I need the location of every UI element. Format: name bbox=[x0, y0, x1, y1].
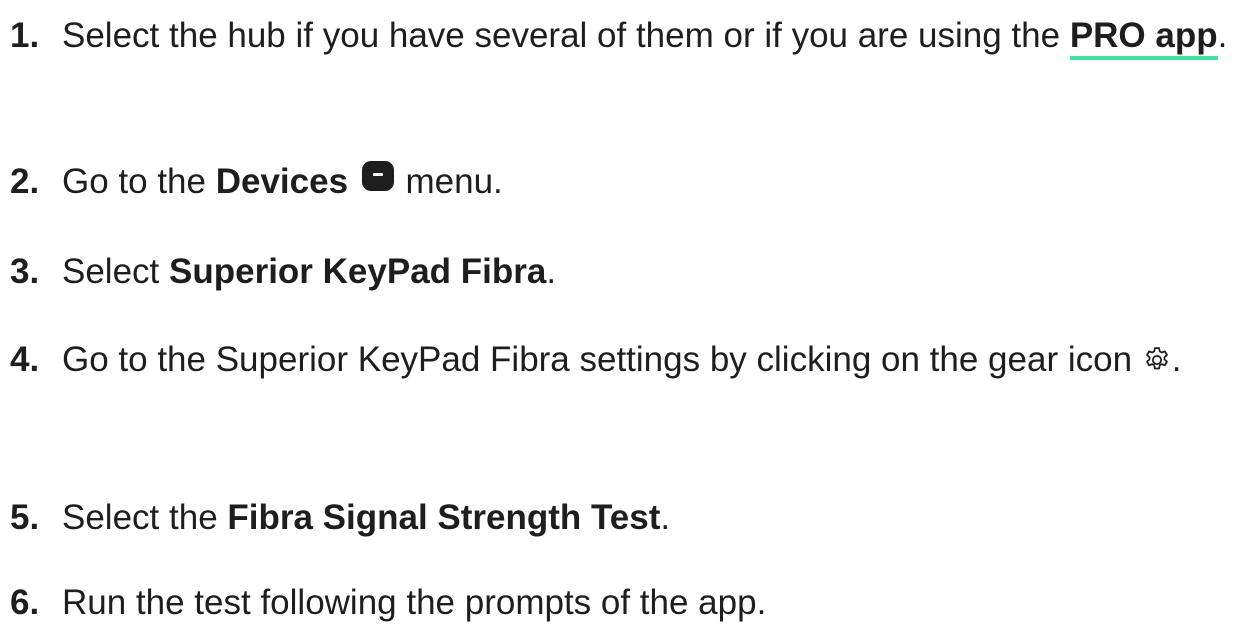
signal-test-label: Fibra Signal Strength Test bbox=[227, 498, 661, 537]
devices-menu-icon bbox=[361, 161, 394, 191]
step-text-before: Go to the bbox=[62, 162, 216, 201]
step-number: 2. bbox=[10, 162, 40, 201]
step-number: 5. bbox=[10, 498, 40, 537]
step-text: Select the hub if you have several of th… bbox=[62, 4, 1235, 68]
pro-app-link[interactable]: PRO app bbox=[1069, 16, 1218, 60]
step-text-before: Go to the Superior KeyPad Fibra settings… bbox=[62, 340, 1142, 379]
device-name: Superior KeyPad Fibra bbox=[169, 252, 547, 291]
step-text: Go to the Superior KeyPad Fibra settings… bbox=[62, 328, 1235, 392]
step-text-after: menu. bbox=[395, 162, 503, 201]
gear-icon bbox=[1142, 345, 1172, 375]
step-text-before: Select the hub if you have several of th… bbox=[62, 16, 1070, 55]
step-number: 6. bbox=[10, 583, 40, 622]
devices-label: Devices bbox=[215, 162, 349, 201]
step-text: Select the Fibra Signal Strength Test. bbox=[62, 486, 1235, 550]
step-text: Run the test following the prompts of th… bbox=[62, 583, 767, 622]
step-text-after: . bbox=[1171, 340, 1182, 379]
step-text: Select Superior KeyPad Fibra. bbox=[62, 240, 1235, 304]
step-2: 2. Go to the Devices menu. bbox=[10, 150, 1235, 214]
step-text-after: . bbox=[1217, 16, 1228, 55]
step-number: 4. bbox=[10, 340, 40, 379]
step-number: 1. bbox=[10, 16, 40, 55]
instruction-steps-list: 1. Select the hub if you have several of… bbox=[0, 0, 1241, 623]
step-5: 5. Select the Fibra Signal Strength Test… bbox=[10, 486, 1235, 550]
step-number: 3. bbox=[10, 252, 40, 291]
step-text-after: . bbox=[660, 498, 671, 537]
step-text-before: Select the bbox=[62, 498, 228, 537]
step-1: 1. Select the hub if you have several of… bbox=[10, 4, 1235, 68]
step-6: 6. Run the test following the prompts of… bbox=[10, 571, 1235, 635]
step-3: 3. Select Superior KeyPad Fibra. bbox=[10, 240, 1235, 304]
step-4: 4. Go to the Superior KeyPad Fibra setti… bbox=[10, 328, 1235, 392]
step-text: Go to the Devices menu. bbox=[62, 150, 1235, 214]
step-text-after: . bbox=[546, 252, 557, 291]
step-text-before: Select bbox=[62, 252, 169, 291]
